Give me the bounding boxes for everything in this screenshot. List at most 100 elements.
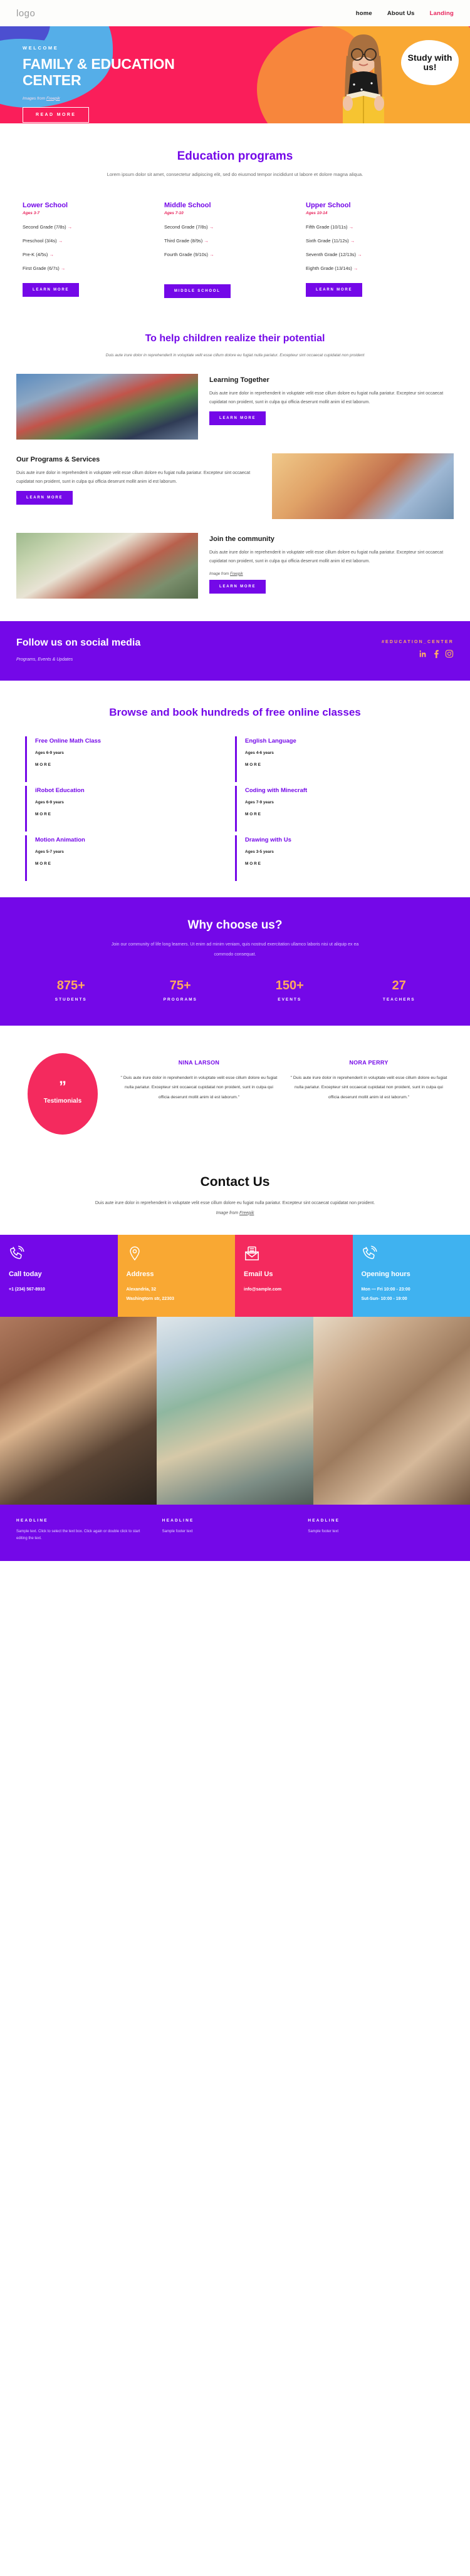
- classes-grid: Free Online Math Class Ages 6-9 years MO…: [16, 736, 454, 885]
- landing-page: logo home About Us Landing Study with us…: [0, 0, 470, 1562]
- envelope-icon: [244, 1245, 344, 1262]
- feature-image-girl-at-desk: [272, 453, 454, 520]
- footer: HEADLINE Sample text. Click to select th…: [0, 1504, 470, 1562]
- stat-programs: 75+ PROGRAMS: [126, 979, 236, 1002]
- potential-subtitle: Duis aute irure dolor in reprehenderit i…: [105, 353, 365, 358]
- footer-column: HEADLINE Sample footer text: [162, 1518, 308, 1543]
- social-title: Follow us on social media: [16, 637, 141, 649]
- education-programs-section: Education programs Lorem ipsum dolor sit…: [0, 123, 470, 311]
- linkedin-icon[interactable]: [419, 649, 427, 658]
- why-title: Why choose us?: [187, 919, 283, 932]
- online-classes-section: Browse and book hundreds of free online …: [0, 681, 470, 885]
- contact-card-opening-hours: Opening hours Mon — Fri 10:00 - 23:00 Su…: [352, 1234, 470, 1317]
- arrow-right-icon: →: [204, 237, 209, 244]
- program-name: Upper School: [306, 201, 351, 209]
- testimonial-name: NINA LARSON: [178, 1059, 220, 1066]
- class-name: Coding with Minecraft: [245, 787, 308, 795]
- testimonials-badge: ” Testimonials: [28, 1053, 98, 1135]
- feature-join-the-community: Join the community Duis aute irure dolor…: [16, 533, 454, 599]
- social-icon-list: [382, 649, 454, 659]
- class-card[interactable]: English Language Ages 4-6 years MORE: [235, 736, 445, 783]
- contact-subtitle-main: Duis aute irure dolor in reprehenderit i…: [95, 1200, 375, 1205]
- program-item[interactable]: Sixth Grade (11/12s) →: [306, 238, 437, 244]
- testimonial-nina-larson: NINA LARSON " Duis aute irure dolor in r…: [114, 1059, 284, 1103]
- program-item-label: Second Grade (7/8s): [23, 224, 66, 230]
- program-middle-school-button[interactable]: MIDDLE SCHOOL: [164, 284, 231, 298]
- class-name: Motion Animation: [35, 837, 85, 844]
- program-item[interactable]: Fifth Grade (10/11s) →: [306, 224, 437, 230]
- class-name: English Language: [245, 738, 296, 745]
- class-card[interactable]: Motion Animation Ages 5-7 years MORE: [25, 835, 235, 882]
- class-more-link[interactable]: MORE: [245, 812, 435, 817]
- contact-credit-link[interactable]: Freepik: [239, 1211, 254, 1215]
- potential-section: To help children realize their potential…: [0, 311, 470, 599]
- class-more-link[interactable]: MORE: [35, 763, 225, 767]
- hero-speech-bubble-text: Study with us!: [407, 52, 452, 72]
- class-more-link[interactable]: MORE: [245, 763, 435, 767]
- contact-card-line[interactable]: +1 (234) 567-8910: [9, 1285, 109, 1294]
- class-more-link[interactable]: MORE: [35, 862, 225, 866]
- arrow-right-icon: →: [353, 265, 358, 271]
- arrow-right-icon: →: [209, 224, 214, 230]
- class-name: iRobot Education: [35, 787, 85, 795]
- class-card[interactable]: Drawing with Us Ages 3-5 years MORE: [235, 835, 445, 882]
- hero-student-photo: [343, 34, 384, 123]
- program-item[interactable]: First Grade (6/7s) →: [23, 265, 154, 271]
- class-card[interactable]: Coding with Minecraft Ages 7-9 years MOR…: [235, 786, 445, 832]
- program-item[interactable]: Eighth Grade (13/14s) →: [306, 265, 437, 271]
- phone-icon: [9, 1245, 109, 1262]
- program-item[interactable]: Seventh Grade (12/13s) →: [306, 252, 437, 257]
- why-choose-us-section: Why choose us? Join our community of lif…: [0, 897, 470, 1026]
- hero-credit-link[interactable]: Freepik: [46, 96, 60, 101]
- program-item[interactable]: Second Grade (7/8s) →: [23, 224, 154, 230]
- feature-learn-more-button[interactable]: LEARN MORE: [209, 411, 266, 425]
- contact-card-email-us: Email Us info@sample.com: [235, 1234, 353, 1317]
- class-ages: Ages 6-9 years: [35, 800, 64, 805]
- arrow-right-icon: →: [348, 224, 354, 230]
- footer-heading: HEADLINE: [16, 1518, 48, 1523]
- class-ages: Ages 4-6 years: [245, 751, 274, 756]
- nav-link-about-us[interactable]: About Us: [387, 10, 415, 17]
- program-learn-more-button[interactable]: LEARN MORE: [23, 282, 80, 297]
- program-learn-more-button[interactable]: LEARN MORE: [306, 282, 363, 297]
- nav-link-landing[interactable]: Landing: [430, 10, 454, 17]
- stat-value: 875+: [56, 978, 85, 992]
- class-card[interactable]: Free Online Math Class Ages 6-9 years MO…: [25, 736, 235, 783]
- testimonial-nora-perry: NORA PERRY " Duis aute irure dolor in re…: [284, 1059, 454, 1103]
- program-item-label: Eighth Grade (13/14s): [306, 265, 352, 271]
- contact-card-line[interactable]: info@sample.com: [244, 1285, 344, 1294]
- program-ages: Ages 7-10: [164, 210, 184, 215]
- feature-learn-more-button[interactable]: LEARN MORE: [16, 490, 73, 505]
- program-item[interactable]: Preschool (3/4s) →: [23, 238, 154, 244]
- class-more-link[interactable]: MORE: [35, 812, 225, 817]
- program-name: Middle School: [164, 201, 211, 209]
- class-ages: Ages 5-7 years: [35, 850, 64, 855]
- programs-title: Education programs: [177, 150, 293, 163]
- instagram-icon[interactable]: [445, 649, 454, 658]
- nav-link-home[interactable]: home: [356, 10, 372, 17]
- nav-links: home About Us Landing: [356, 10, 454, 17]
- site-logo[interactable]: logo: [16, 8, 35, 19]
- program-item[interactable]: Fourth Grade (9/10s) →: [164, 252, 296, 257]
- program-item-label: Fourth Grade (9/10s): [164, 251, 209, 257]
- contact-card-line: Washingtorn str, 22303: [126, 1297, 174, 1302]
- feature-credit-link[interactable]: Freepik: [230, 572, 243, 576]
- class-card[interactable]: iRobot Education Ages 6-9 years MORE: [25, 786, 235, 832]
- contact-card-title: Opening hours: [361, 1270, 410, 1278]
- program-item[interactable]: Third Grade (8/9s) →: [164, 238, 296, 244]
- contact-card-title: Email Us: [244, 1270, 273, 1278]
- contact-credit-prefix: Image from: [216, 1210, 239, 1215]
- classes-title: Browse and book hundreds of free online …: [109, 706, 361, 719]
- class-name: Free Online Math Class: [35, 738, 102, 745]
- feature-text: Our Programs & Services Duis aute irure …: [16, 453, 272, 505]
- class-more-link[interactable]: MORE: [245, 862, 435, 866]
- feature-image-group-of-kids: [16, 374, 198, 440]
- hero-read-more-button[interactable]: READ MORE: [23, 106, 90, 123]
- program-item[interactable]: Pre-K (4/5s) →: [23, 252, 154, 257]
- photo-children-classroom: [313, 1316, 470, 1505]
- program-item[interactable]: Second Grade (7/8s) →: [164, 224, 296, 230]
- feature-learn-more-button[interactable]: LEARN MORE: [209, 579, 266, 594]
- stat-label: TEACHERS: [382, 997, 415, 1002]
- feature-title: Learning Together: [209, 376, 269, 384]
- facebook-icon[interactable]: [433, 649, 439, 659]
